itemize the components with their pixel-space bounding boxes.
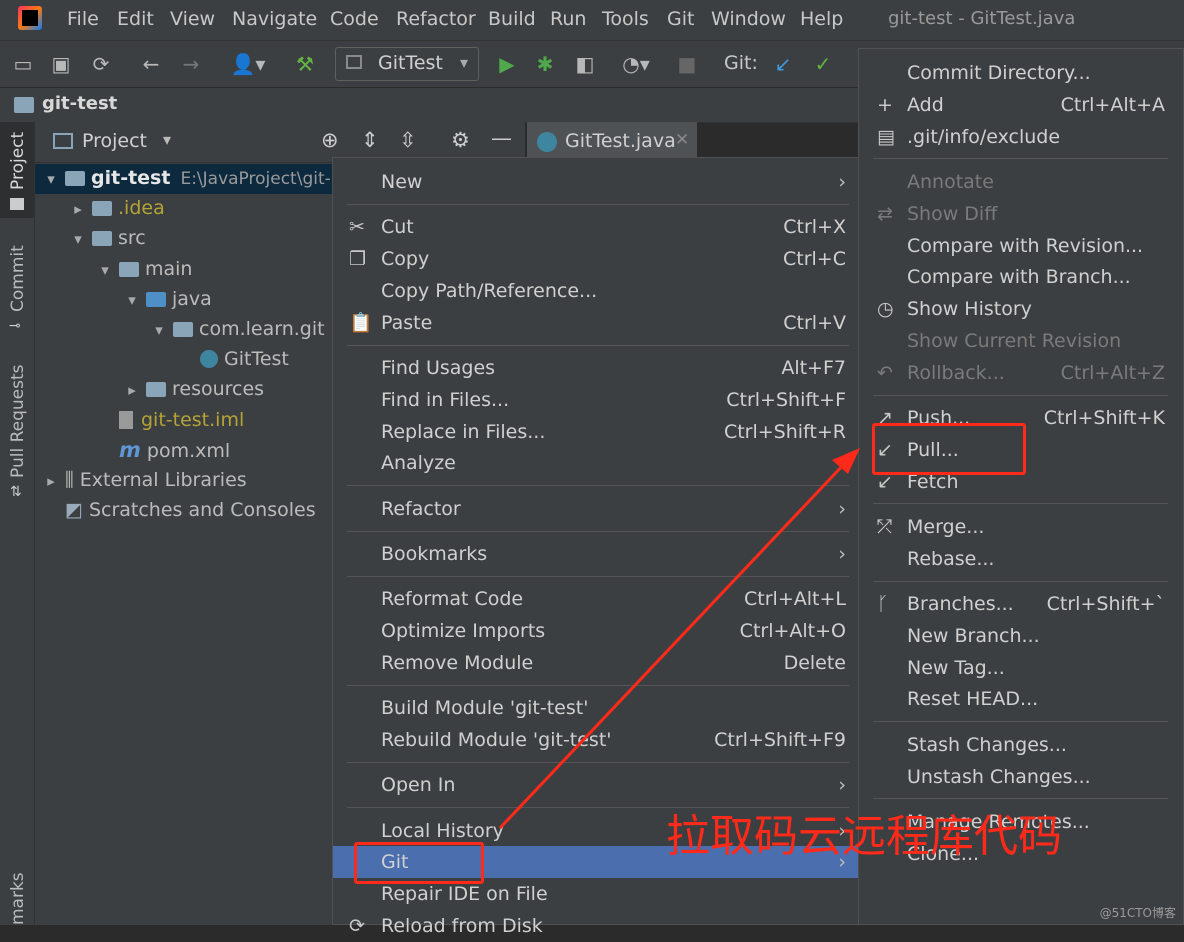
- watermark: @51CTO博客: [1099, 906, 1176, 920]
- annotation-arrow: [498, 448, 860, 830]
- annotation-text: 拉取码云远程库代码: [666, 811, 1062, 862]
